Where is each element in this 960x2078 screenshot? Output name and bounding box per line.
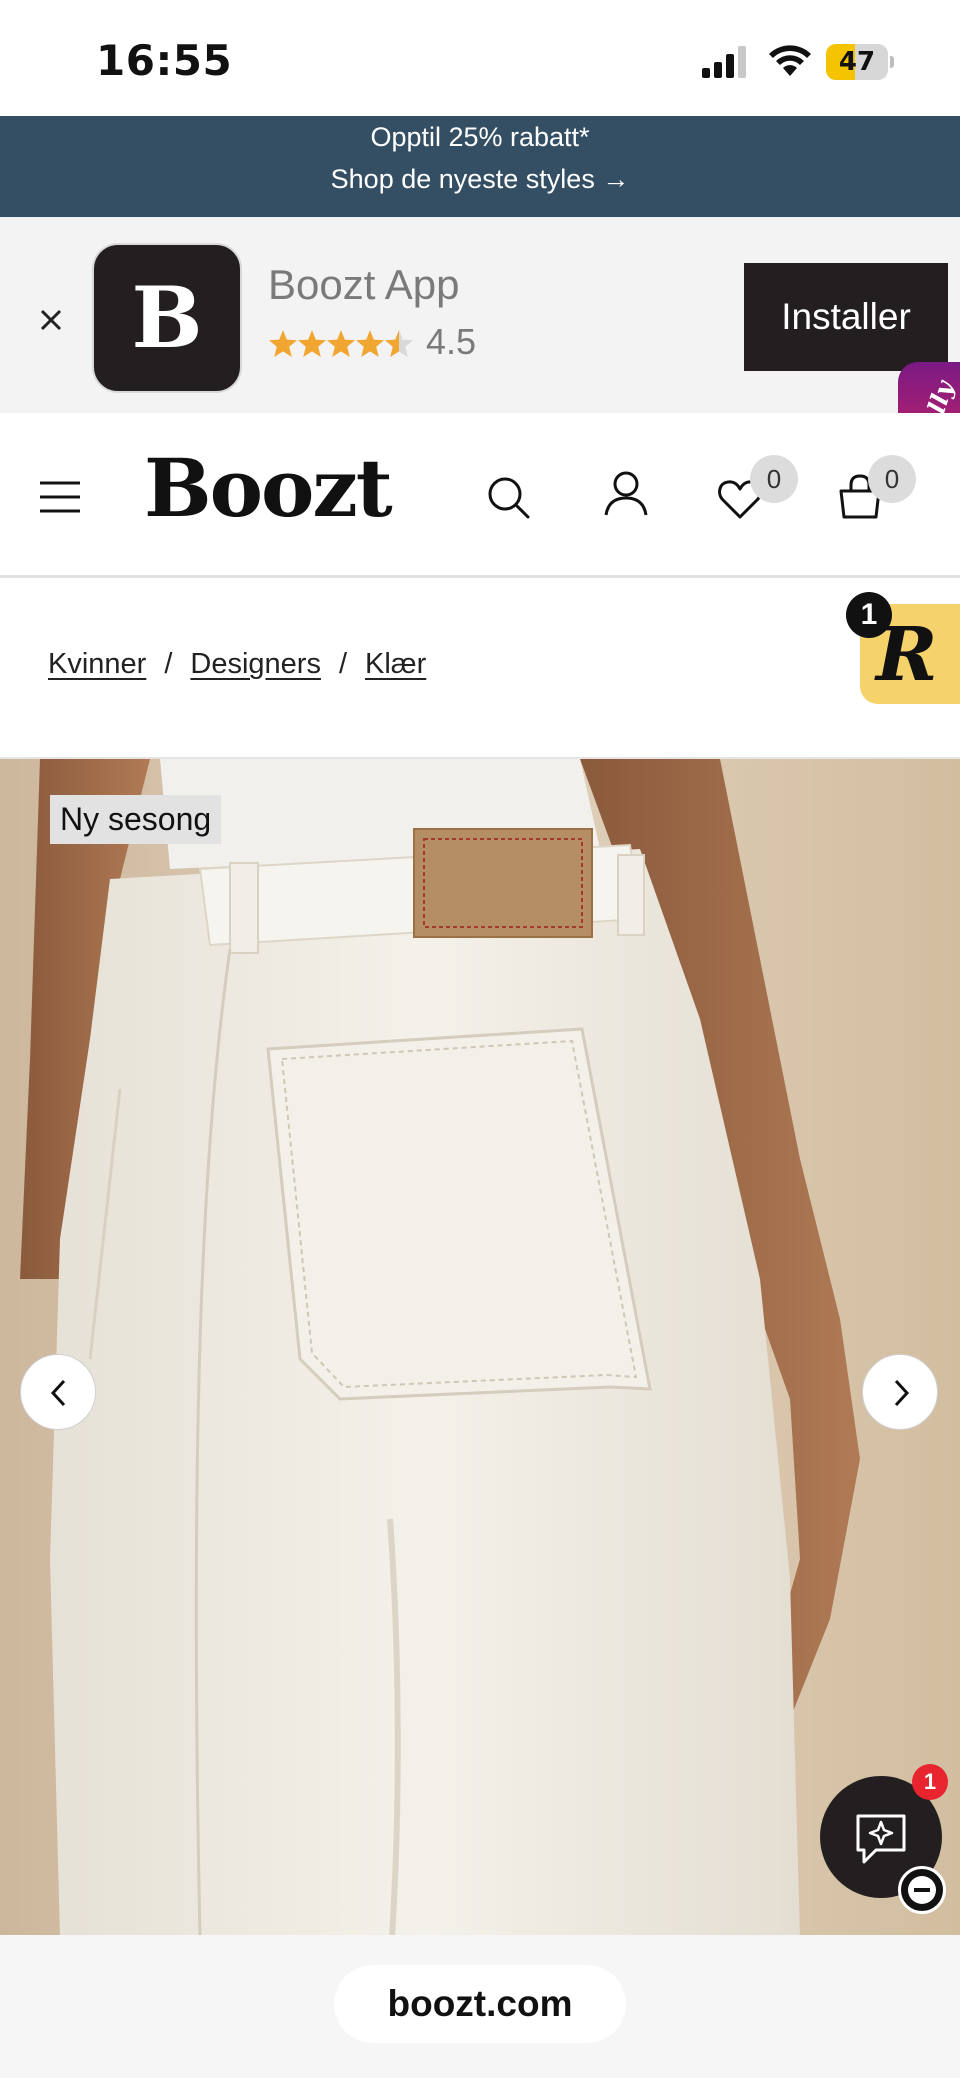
breadcrumb-separator: /	[164, 648, 173, 680]
cellular-signal-icon	[702, 46, 746, 78]
battery-nub	[890, 56, 894, 68]
breadcrumb: Kvinner / Designers / Klær	[48, 648, 426, 681]
breadcrumb-kvinner[interactable]: Kvinner	[48, 648, 146, 680]
menu-icon[interactable]	[38, 479, 82, 515]
status-bar: 16:55 47	[0, 0, 960, 116]
app-rating: 4.5	[426, 321, 477, 362]
rating-stars-icon	[269, 330, 413, 357]
promo-shop-link[interactable]: Shop de nyeste styles →	[0, 164, 960, 195]
promo-banner[interactable]: Opptil 25% rabatt* Shop de nyeste styles…	[0, 116, 960, 217]
breadcrumb-separator: /	[338, 648, 348, 680]
battery-level: 47	[838, 47, 876, 77]
chevron-left-icon	[50, 1379, 66, 1407]
app-install-banner: B Boozt App 4.5 Installer	[0, 217, 960, 413]
rewards-badge: 1	[846, 592, 892, 638]
new-season-tag: Ny sesong	[50, 795, 222, 844]
account-icon[interactable]	[602, 469, 650, 517]
status-time: 16:55	[96, 36, 233, 85]
url-display[interactable]: boozt.com	[334, 1965, 626, 2043]
previous-image-button[interactable]	[20, 1354, 96, 1430]
install-button[interactable]: Installer	[744, 263, 948, 371]
site-logo[interactable]: Boozt	[144, 441, 393, 535]
minimize-chat-icon[interactable]	[898, 1866, 946, 1914]
next-image-button[interactable]	[862, 1354, 938, 1430]
breadcrumb-designers[interactable]: Designers	[190, 648, 321, 680]
battery-body: 47	[826, 44, 888, 80]
site-header: Boozt 0 0	[0, 413, 960, 578]
wifi-icon	[769, 45, 811, 76]
product-image[interactable]: Ny sesong	[0, 757, 960, 1935]
cart-count-badge: 0	[868, 455, 916, 503]
search-icon[interactable]	[484, 473, 532, 521]
close-icon[interactable]	[28, 297, 74, 343]
product-photo	[0, 759, 960, 1935]
chevron-right-icon	[894, 1379, 910, 1407]
browser-url-bar: boozt.com	[0, 1935, 960, 2078]
chat-notification-badge: 1	[912, 1764, 948, 1800]
app-icon: B	[92, 243, 242, 393]
battery-indicator: 47	[826, 44, 894, 80]
wishlist-count-badge: 0	[750, 455, 798, 503]
breadcrumb-klaer[interactable]: Klær	[365, 648, 426, 680]
promo-discount-text: Opptil 25% rabatt*	[370, 122, 590, 152]
app-name: Boozt App	[268, 261, 460, 308]
